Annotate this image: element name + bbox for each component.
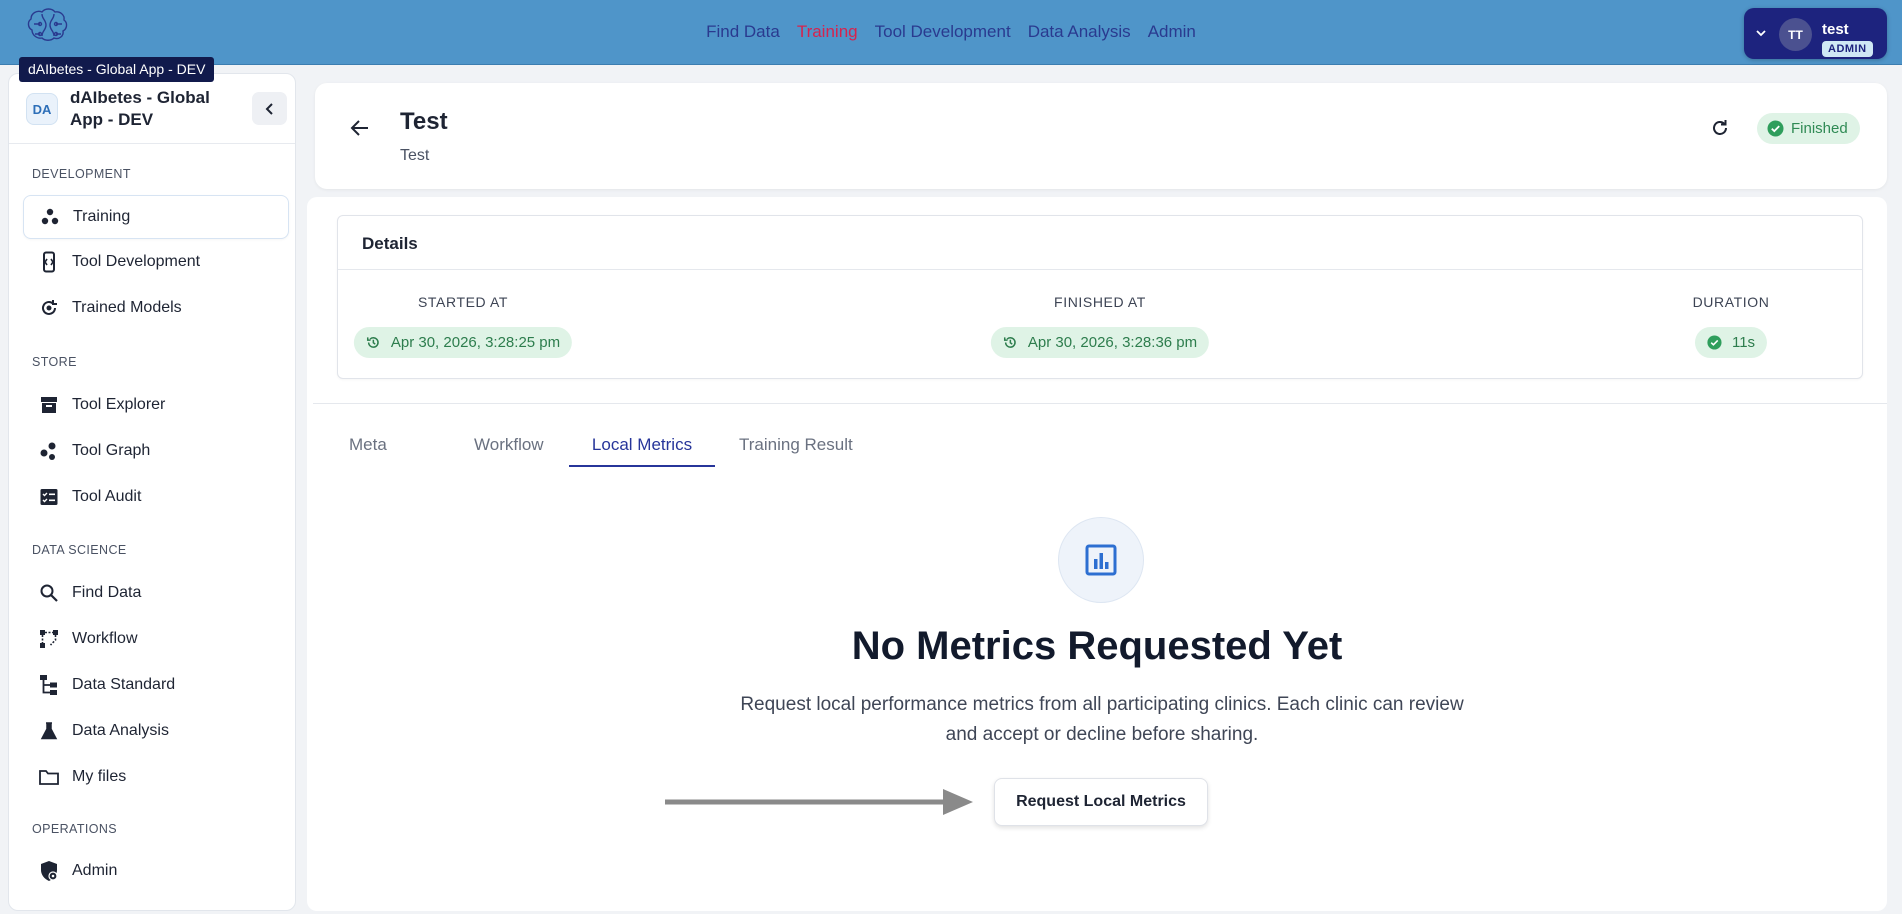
back-button[interactable] [350, 119, 370, 142]
history-icon [366, 337, 379, 348]
sidebar: DA dAIbetes - Global App - DEV DEVELOPME… [8, 73, 296, 911]
sidebar-item-my-files[interactable]: My files [23, 755, 289, 799]
topnav-admin[interactable]: Admin [1148, 22, 1196, 42]
app-badge: DA [26, 93, 58, 125]
sidebar-item-workflow[interactable]: Workflow [23, 617, 289, 661]
workflow-icon [38, 628, 60, 650]
topnav-tool-development[interactable]: Tool Development [875, 22, 1011, 42]
main-panel: Details STARTED AT Apr 30, 2026, 3:28:25… [307, 197, 1887, 911]
chevron-down-icon [1755, 26, 1767, 44]
finished-at-value: Apr 30, 2026, 3:28:36 pm [1027, 334, 1198, 351]
sidebar-item-label: Training [73, 208, 131, 225]
tab-local-metrics[interactable]: Local Metrics [569, 425, 715, 467]
search-icon [38, 582, 60, 604]
user-role-badge: ADMIN [1822, 41, 1873, 57]
avatar: TT [1779, 18, 1812, 51]
sidebar-item-tool-audit[interactable]: Tool Audit [23, 475, 289, 519]
trained-models-icon [38, 297, 60, 319]
duration-label: DURATION [1692, 294, 1770, 310]
page-title: Test [400, 108, 448, 135]
sidebar-item-data-analysis[interactable]: Data Analysis [23, 709, 289, 753]
section-data-science: DATA SCIENCE [32, 543, 127, 557]
topnav-find-data[interactable]: Find Data [706, 22, 780, 42]
flask-icon [38, 720, 60, 742]
bar-chart-icon [1085, 544, 1117, 576]
sidebar-item-label: My files [72, 768, 127, 785]
training-header: Test Test Finished [315, 83, 1887, 189]
section-store: STORE [32, 355, 77, 369]
finished-at-badge: Apr 30, 2026, 3:28:36 pm [990, 327, 1210, 358]
arrow-right-icon [665, 786, 975, 823]
sidebar-item-trained-models[interactable]: Trained Models [23, 286, 289, 330]
finished-at-label: FINISHED AT [1054, 294, 1146, 310]
check-circle-icon [1767, 120, 1784, 137]
details-card: Details STARTED AT Apr 30, 2026, 3:28:25… [337, 215, 1863, 379]
arrow-left-icon [350, 120, 368, 136]
sidebar-item-tool-explorer[interactable]: Tool Explorer [23, 383, 289, 427]
duration-badge: 11s [1694, 327, 1768, 358]
started-at-value: Apr 30, 2026, 3:28:25 pm [390, 334, 561, 351]
empty-state-title: No Metrics Requested Yet [851, 624, 1343, 668]
folder-icon [38, 766, 60, 788]
sidebar-item-data-standard[interactable]: Data Standard [23, 663, 289, 707]
divider [338, 269, 1862, 270]
status-label: Finished [1791, 120, 1848, 137]
sidebar-item-tool-graph[interactable]: Tool Graph [23, 429, 289, 473]
topnav-training[interactable]: Training [797, 22, 858, 42]
archive-icon [38, 394, 60, 416]
graph-icon [38, 440, 60, 462]
started-at-label: STARTED AT [417, 294, 509, 310]
sidebar-item-label: Tool Explorer [72, 396, 166, 413]
sidebar-item-label: Data Analysis [72, 722, 169, 739]
request-local-metrics-button[interactable]: Request Local Metrics [994, 778, 1208, 826]
admin-shield-icon [38, 860, 60, 882]
collapse-sidebar-button[interactable] [252, 92, 287, 125]
sidebar-item-label: Tool Graph [72, 442, 151, 459]
duration-value: 11s [1731, 334, 1756, 351]
section-operations: OPERATIONS [32, 822, 118, 836]
tool-development-icon [38, 251, 60, 273]
chevron-left-icon [265, 102, 273, 115]
sidebar-item-label: Tool Development [72, 253, 201, 270]
sidebar-item-label: Workflow [72, 630, 138, 647]
started-at-badge: Apr 30, 2026, 3:28:25 pm [353, 327, 573, 358]
training-icon [39, 206, 61, 228]
refresh-button[interactable] [1710, 118, 1730, 143]
sidebar-header: DA dAIbetes - Global App - DEV [9, 74, 295, 144]
top-bar: Find Data Training Tool Development Data… [0, 0, 1902, 65]
topnav-data-analysis[interactable]: Data Analysis [1028, 22, 1131, 42]
sidebar-item-label: Trained Models [72, 299, 182, 316]
tab-meta[interactable]: Meta [349, 425, 387, 467]
user-name: test [1822, 21, 1849, 38]
empty-state-description: Request local performance metrics from a… [740, 694, 1464, 745]
user-menu[interactable]: TT test ADMIN [1744, 8, 1887, 59]
sidebar-app-title: dAIbetes - Global App - DEV [70, 88, 210, 129]
audit-icon [38, 486, 60, 508]
tab-training-result[interactable]: Training Result [739, 425, 853, 467]
refresh-icon [1713, 120, 1727, 135]
check-circle-icon [1707, 335, 1722, 350]
section-development: DEVELOPMENT [32, 167, 131, 181]
app-name-tooltip: dAIbetes - Global App - DEV [19, 57, 215, 82]
tab-workflow[interactable]: Workflow [474, 425, 544, 467]
sidebar-item-training[interactable]: Training [23, 195, 289, 239]
history-icon [1003, 337, 1016, 348]
empty-state-icon-wrap [1058, 517, 1144, 603]
sidebar-item-label: Admin [72, 862, 118, 879]
sidebar-item-label: Data Standard [72, 676, 176, 693]
sidebar-item-admin[interactable]: Admin [23, 849, 289, 893]
sidebar-item-label: Find Data [72, 584, 142, 601]
top-nav: Find Data Training Tool Development Data… [0, 22, 1902, 42]
data-standard-icon [38, 674, 60, 696]
divider [313, 403, 1887, 404]
details-title: Details [362, 234, 418, 253]
sidebar-item-tool-development[interactable]: Tool Development [23, 240, 289, 284]
sidebar-item-find-data[interactable]: Find Data [23, 571, 289, 615]
sidebar-item-label: Tool Audit [72, 488, 142, 505]
status-badge: Finished [1757, 113, 1860, 144]
page-subtitle: Test [400, 147, 430, 164]
